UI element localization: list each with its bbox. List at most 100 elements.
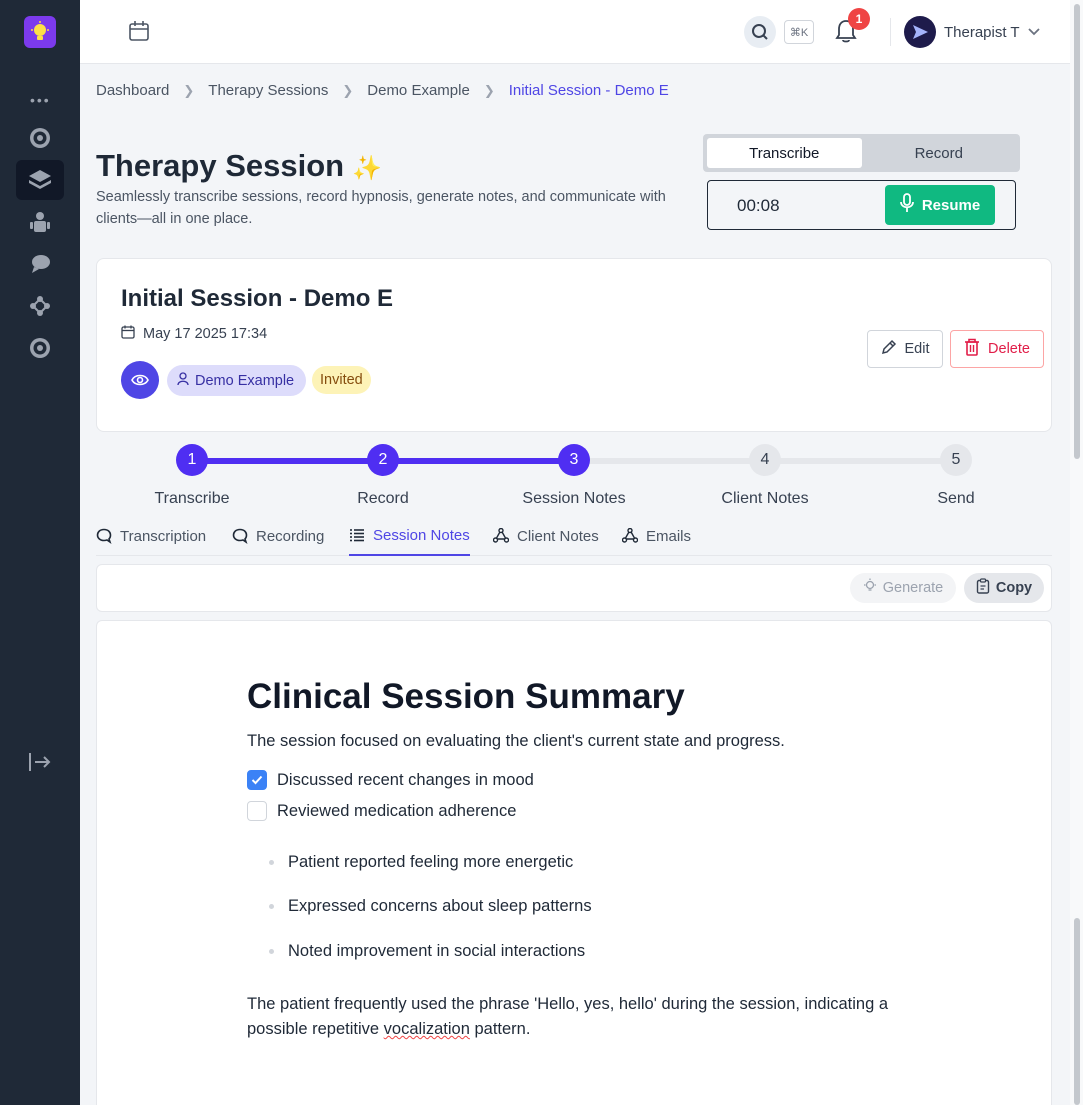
microphone-icon: [899, 193, 914, 217]
user-menu[interactable]: Therapist T: [904, 16, 1040, 48]
clients-icon[interactable]: [16, 202, 64, 242]
notes-editor[interactable]: Clinical Session Summary The session foc…: [96, 620, 1052, 1105]
messages-icon[interactable]: [16, 244, 64, 284]
step-1-dot[interactable]: 1: [176, 444, 208, 476]
notification-badge: 1: [848, 8, 870, 30]
step-2-dot[interactable]: 2: [367, 444, 399, 476]
checklist-item: Discussed recent changes in mood: [247, 770, 534, 790]
page-title-text: Therapy Session: [96, 148, 345, 183]
checkbox-unchecked[interactable]: [247, 801, 267, 821]
speech-bubble-icon: [232, 528, 248, 544]
clipboard-icon: [976, 578, 990, 598]
tab-emails-label: Emails: [646, 527, 692, 545]
delete-button[interactable]: Delete: [950, 330, 1044, 368]
tab-session-notes-label: Session Notes: [373, 526, 470, 544]
paragraph-text-end: pattern.: [469, 1020, 531, 1038]
checkmark-icon: [251, 775, 263, 785]
page-subtitle: Seamlessly transcribe sessions, record h…: [96, 189, 666, 227]
topbar-divider: [890, 18, 891, 46]
copy-label: Copy: [995, 580, 1033, 596]
tab-transcription-label: Transcription: [120, 527, 207, 545]
page-scrollbar[interactable]: [1070, 0, 1083, 1105]
trash-icon: [964, 338, 980, 360]
tab-recording-label: Recording: [256, 527, 325, 545]
speech-bubble-icon: [96, 528, 112, 544]
list-icon: [350, 529, 364, 542]
search-shortcut-hint: ⌘K: [784, 20, 814, 44]
step-3-dot[interactable]: 3: [558, 444, 590, 476]
copy-button[interactable]: Copy: [964, 573, 1044, 603]
chevron-right-icon: ❯: [483, 82, 495, 98]
checklist-item-text: Discussed recent changes in mood: [277, 770, 534, 789]
spellcheck-flagged-word[interactable]: vocalization: [384, 1020, 470, 1038]
chevron-right-icon: ❯: [183, 82, 195, 98]
chevron-right-icon: ❯: [342, 82, 354, 98]
client-chip[interactable]: Demo Example: [167, 365, 307, 396]
calendar-small-icon: [121, 325, 135, 343]
edit-button[interactable]: Edit: [867, 330, 943, 368]
generate-label: Generate: [882, 580, 944, 596]
tab-recording[interactable]: Recording: [232, 516, 324, 556]
list-item-text: Expressed concerns about sleep patterns: [288, 897, 592, 915]
document-paragraph: The patient frequently used the phrase '…: [247, 992, 917, 1042]
resume-label: Resume: [921, 196, 981, 214]
lightbulb-icon: [863, 578, 877, 598]
person-icon: [177, 371, 189, 390]
recording-timer: 00:08: [737, 196, 780, 215]
list-item: Noted improvement in social interactions: [269, 942, 585, 961]
sessions-icon[interactable]: [16, 160, 64, 200]
tab-emails[interactable]: Emails: [622, 516, 691, 556]
delete-label: Delete: [988, 341, 1030, 357]
breadcrumb-therapy-sessions[interactable]: Therapy Sessions: [208, 82, 328, 99]
checkbox-checked[interactable]: [247, 770, 267, 790]
tab-client-notes[interactable]: Client Notes: [493, 516, 599, 556]
scrollbar-thumb-bottom[interactable]: [1074, 918, 1080, 1105]
page-title: Therapy Session ✨: [96, 148, 382, 184]
calendar-icon[interactable]: [128, 20, 150, 47]
step-3-label: Session Notes: [522, 490, 626, 507]
mode-record-button[interactable]: Record: [862, 138, 1017, 168]
recorder-panel: 00:08 Resume: [707, 180, 1016, 230]
mode-transcribe-button[interactable]: Transcribe: [707, 138, 862, 168]
breadcrumb: Dashboard ❯ Therapy Sessions ❯ Demo Exam…: [96, 82, 669, 99]
eye-icon: [131, 374, 149, 386]
collapse-sidebar-icon[interactable]: [16, 742, 64, 782]
network-icon[interactable]: [16, 286, 64, 326]
search-icon[interactable]: [744, 16, 776, 48]
document-title: Clinical Session Summary: [247, 677, 685, 716]
view-eye-button[interactable]: [121, 361, 159, 399]
checklist-item: Reviewed medication adherence: [247, 801, 516, 821]
step-5-label: Send: [937, 490, 975, 507]
breadcrumb-dashboard[interactable]: Dashboard: [96, 82, 169, 99]
breadcrumb-demo-example[interactable]: Demo Example: [367, 82, 470, 99]
mode-toggle: Transcribe Record: [703, 134, 1020, 172]
dashboard-icon[interactable]: [16, 118, 64, 158]
sidebar: •••: [0, 0, 80, 1105]
session-date: May 17 2025 17:34: [121, 325, 267, 343]
step-2-label: Record: [357, 490, 409, 507]
step-5-dot[interactable]: 5: [940, 444, 972, 476]
pencil-icon: [881, 339, 897, 359]
step-1-label: Transcribe: [154, 490, 230, 507]
user-name: Therapist T: [944, 23, 1020, 41]
resume-button[interactable]: Resume: [885, 185, 995, 225]
more-dots-icon[interactable]: •••: [30, 92, 51, 108]
edit-label: Edit: [904, 341, 930, 357]
checklist-item-text: Reviewed medication adherence: [277, 801, 517, 820]
paragraph-text: The patient frequently used the phrase '…: [247, 995, 889, 1038]
bullet-dot: [269, 860, 274, 865]
tab-session-notes[interactable]: Session Notes: [349, 516, 470, 556]
notes-toolbar: Generate Copy: [96, 564, 1052, 612]
settings-icon[interactable]: [16, 328, 64, 368]
tab-transcription[interactable]: Transcription: [96, 516, 206, 556]
list-item: Expressed concerns about sleep patterns: [269, 897, 592, 916]
client-name: Demo Example: [195, 372, 295, 389]
list-item-text: Noted improvement in social interactions: [288, 942, 586, 960]
scrollbar-thumb-top[interactable]: [1074, 4, 1080, 459]
progress-stepper: 1 2 3 4 5 Transcribe Record Session Note…: [96, 440, 1052, 520]
session-card: Initial Session - Demo E May 17 2025 17:…: [96, 258, 1052, 432]
generate-button[interactable]: Generate: [850, 573, 956, 603]
list-item-text: Patient reported feeling more energetic: [288, 853, 574, 871]
app-logo-icon[interactable]: [24, 16, 56, 48]
step-4-dot[interactable]: 4: [749, 444, 781, 476]
